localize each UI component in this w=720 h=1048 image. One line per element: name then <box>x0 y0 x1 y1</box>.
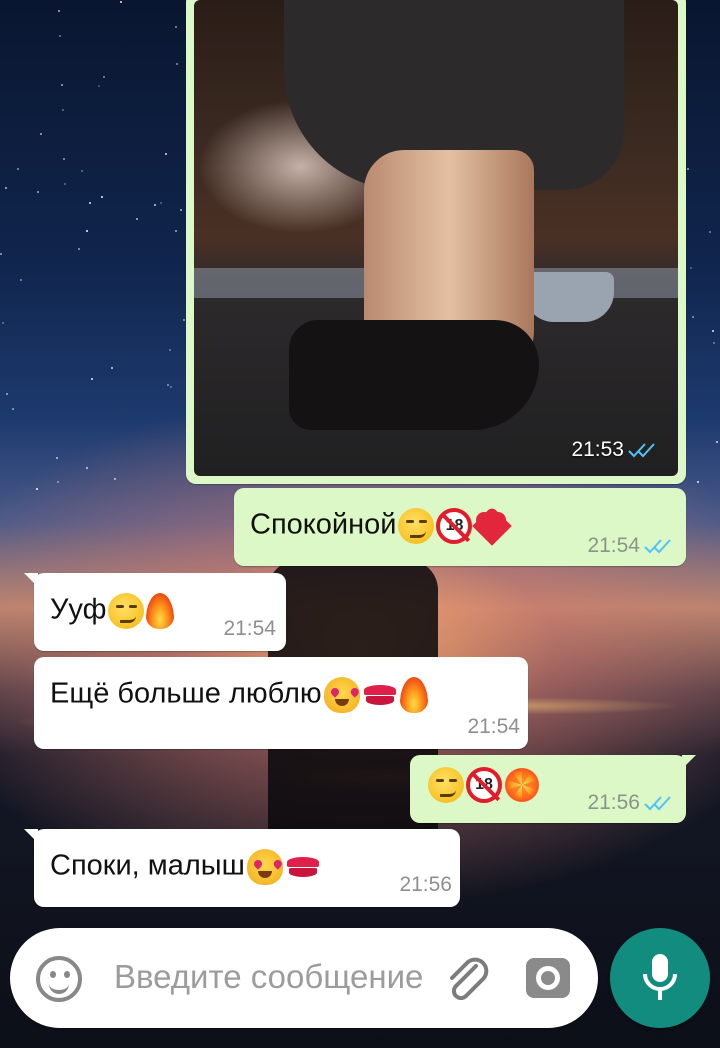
message-time: 21:53 <box>571 438 660 462</box>
paperclip-icon[interactable] <box>442 954 492 1004</box>
fire-emoji <box>399 677 428 713</box>
message-time: 21:56 <box>399 873 452 896</box>
red-heart-emoji <box>474 508 510 544</box>
no-one-under-18-emoji <box>436 508 473 544</box>
collision-emoji <box>504 767 540 803</box>
message-incoming[interactable]: Споки, малыш 21:56 <box>24 829 460 907</box>
message-text: Ууф <box>50 593 107 626</box>
heart-eyes-cat-emoji <box>246 849 283 885</box>
fire-emoji <box>146 593 175 629</box>
read-double-check-icon <box>644 539 671 554</box>
message-incoming[interactable]: Ещё больше люблю 21:54 <box>34 657 528 749</box>
message-image-outgoing[interactable]: 21:53 <box>186 0 686 484</box>
message-input-placeholder[interactable]: Введите сообщение <box>114 958 423 996</box>
camera-icon[interactable] <box>526 958 570 998</box>
read-double-check-icon <box>644 796 671 811</box>
message-text: Спокойной <box>250 508 397 541</box>
message-time: 21:54 <box>587 534 676 558</box>
message-text: Ещё больше люблю <box>50 677 322 710</box>
kiss-mark-emoji <box>362 677 398 713</box>
read-double-check-icon <box>628 443 655 458</box>
heart-eyes-cat-emoji <box>323 677 360 713</box>
kiss-mark-emoji <box>285 849 321 885</box>
message-time: 21:54 <box>467 715 520 738</box>
message-text: Споки, малыш <box>50 849 245 882</box>
message-time: 21:56 <box>587 791 676 815</box>
message-photo[interactable]: 21:53 <box>194 0 678 476</box>
smirk-emoji <box>428 767 464 803</box>
message-time: 21:54 <box>223 617 276 640</box>
smirk-emoji <box>108 593 145 629</box>
no-one-under-18-emoji <box>466 767 502 803</box>
emoji-icon[interactable] <box>36 956 82 1002</box>
message-incoming[interactable]: Ууф 21:54 <box>24 573 286 651</box>
message-outgoing[interactable]: Спокойной 21:54 <box>234 488 686 566</box>
microphone-icon <box>643 954 677 1000</box>
message-input-bar[interactable]: Введите сообщение <box>10 928 598 1028</box>
microphone-button[interactable] <box>610 928 710 1028</box>
smirk-emoji <box>398 508 435 544</box>
message-outgoing[interactable]: 21:56 <box>410 755 696 823</box>
